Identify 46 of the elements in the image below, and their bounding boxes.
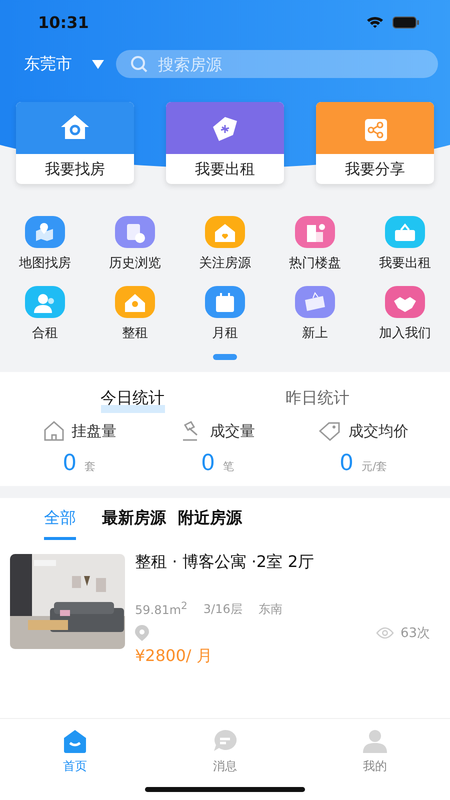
- listing-area: 59.81m$^{2}$: [135, 601, 188, 618]
- listing-price: ¥2800/ 月: [135, 646, 214, 667]
- view-count: 63次: [400, 625, 430, 642]
- dropdown-caret-icon[interactable]: [92, 60, 104, 68]
- page-indicator: [213, 354, 237, 360]
- action-card[interactable]: 我要分享: [316, 102, 434, 184]
- battery-icon: [392, 16, 420, 29]
- stat-label: 成交量: [210, 422, 255, 440]
- stats-tab[interactable]: 昨日统计: [286, 386, 350, 413]
- shortcut-item[interactable]: 热门楼盘: [270, 216, 360, 272]
- action-card[interactable]: 我要找房: [16, 102, 134, 184]
- nav-tab[interactable]: 消息: [191, 719, 259, 775]
- shortcut-item[interactable]: 整租: [90, 286, 180, 342]
- stat-unit: 元/套: [361, 459, 388, 474]
- shortcut-item[interactable]: 地图找房: [0, 216, 90, 272]
- shortcut-item[interactable]: 历史浏览: [90, 216, 180, 272]
- status-time: 10:31: [38, 13, 89, 32]
- shortcut-item[interactable]: 月租: [180, 286, 270, 342]
- shortcut-item[interactable]: 新上: [270, 286, 360, 342]
- stat-value: 0: [339, 451, 354, 476]
- shortcut-item[interactable]: 我要出租: [360, 216, 450, 272]
- stat-value: 0: [200, 451, 215, 476]
- nav-tab[interactable]: 我的: [341, 719, 409, 775]
- shortcut-item[interactable]: 关注房源: [180, 216, 270, 272]
- house-icon: [42, 419, 66, 443]
- stat-unit: 套: [84, 459, 96, 474]
- search-icon: [130, 55, 148, 73]
- stat-value: 0: [62, 451, 77, 476]
- listing-tab[interactable]: 最新房源: [102, 506, 166, 540]
- shortcut-item[interactable]: 合租: [0, 286, 90, 342]
- wifi-icon: [366, 16, 384, 29]
- listing-orientation: 东南: [258, 601, 282, 618]
- person-icon: [361, 727, 389, 754]
- city-selector[interactable]: 东莞市: [24, 54, 72, 74]
- stat-label: 挂盘量: [72, 422, 117, 440]
- chat-icon: [211, 727, 239, 754]
- listing-tab[interactable]: 附近房源: [178, 506, 242, 540]
- stat-label: 成交均价: [348, 422, 408, 440]
- shortcut-item[interactable]: 加入我们: [360, 286, 450, 342]
- listing-floor: 3/16层: [203, 601, 242, 618]
- action-card[interactable]: 我要出租: [166, 102, 284, 184]
- stat-unit: 笔: [222, 459, 234, 474]
- eye-icon: [376, 627, 394, 639]
- listing-title[interactable]: 整租 · 博客公寓 ·2室 2厅: [135, 552, 440, 573]
- home-icon: [61, 727, 89, 754]
- location-pin-icon: [135, 625, 149, 641]
